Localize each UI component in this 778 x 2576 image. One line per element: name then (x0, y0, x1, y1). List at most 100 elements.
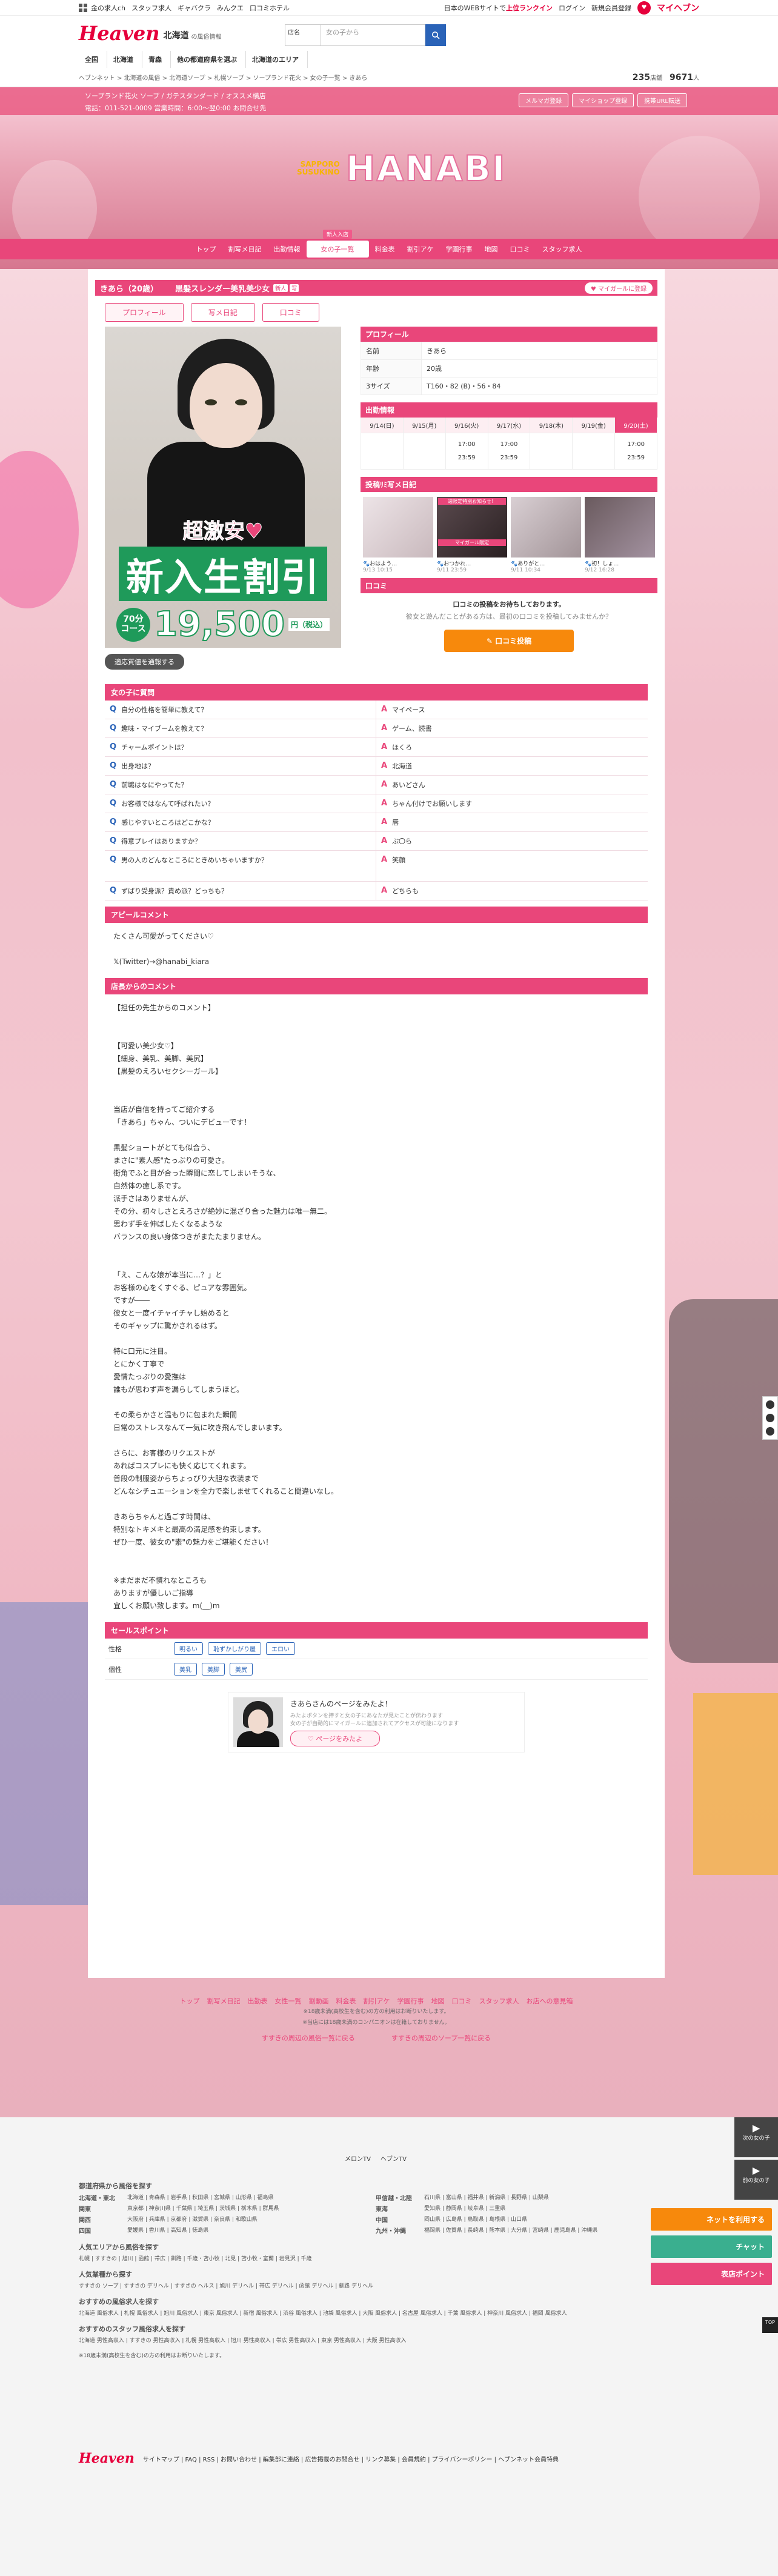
add-mygirl-button[interactable]: ♥ マイガールに登録 (584, 282, 653, 294)
util-link-4[interactable]: みんクエ (217, 3, 244, 13)
new-badge: 新人 (273, 284, 288, 292)
shopnav-top[interactable]: トップ (190, 244, 222, 254)
footer-shop-link[interactable]: 出勤表 (248, 1997, 268, 2005)
mailmag-button[interactable]: メルマガ登録 (519, 93, 569, 107)
popular-areas[interactable]: 札幌 | すすきの | 旭川 | 函館 | 帯広 | 釧路 | 千歳・苫小牧 |… (79, 2254, 673, 2262)
trait-chip[interactable]: 美脚 (202, 1663, 225, 1676)
tab-reviews[interactable]: 口コミ (262, 303, 319, 322)
region-links[interactable]: 福岡県 | 佐賀県 | 長崎県 | 熊本県 | 大分県 | 宮崎県 | 鹿児島県… (424, 2226, 673, 2235)
report-photo-button[interactable]: 適応質値を通報する (105, 654, 184, 670)
share-icon[interactable] (766, 1400, 774, 1409)
util-link-3[interactable]: ギャバクラ (178, 3, 211, 13)
schedule-time (530, 433, 573, 470)
heaven-tv-link[interactable]: ヘブンTV (381, 2154, 407, 2163)
footer-shop-link[interactable]: 割写メ日記 (207, 1997, 241, 2005)
footer-shop-link[interactable]: 割動画 (309, 1997, 329, 2005)
trait-chip[interactable]: 美尻 (230, 1663, 253, 1676)
myheaven-icon[interactable]: ♥ (637, 1, 651, 15)
footer-logo[interactable]: Heaven (79, 2451, 135, 2466)
trait-chip[interactable]: エロい (266, 1642, 295, 1655)
nav-aomori[interactable]: 青森 (142, 51, 171, 68)
prev-girl-button[interactable]: 前の女の子 (734, 2160, 778, 2200)
content-background: きあら（20歳） 黒髪スレンダー美乳美少女 新人写 ♥ マイガールに登録 プロフ… (0, 269, 778, 2117)
login-link[interactable]: ログイン (559, 3, 585, 13)
register-link[interactable]: 新規会員登録 (591, 3, 631, 13)
footer-links[interactable]: サイトマップ | FAQ | RSS | お問い合わせ | 編集部に連絡 | 広… (143, 2454, 559, 2463)
nav-hokkaido[interactable]: 北海道 (107, 51, 142, 68)
girl-photo[interactable]: 超激安♥ 新入生割引 70分 コース 19,500 円（税込） (105, 327, 341, 648)
footer-shop-link[interactable]: 口コミ (452, 1997, 472, 2005)
new-girl-tag: 新人入店 (322, 230, 353, 239)
apps-grid-icon[interactable] (79, 3, 87, 12)
next-girl-button[interactable]: 次の女の子 (734, 2117, 778, 2157)
post-review-button[interactable]: ✎ 口コミ投稿 (444, 630, 574, 652)
scroll-top-button[interactable]: TOP (762, 2317, 778, 2333)
footer-shop-link[interactable]: トップ (180, 1997, 200, 2005)
mobile-url-button[interactable]: 携帯URL転送 (637, 93, 687, 107)
footer-shop-link[interactable]: 学園行事 (397, 1997, 424, 2005)
search-button[interactable] (425, 24, 446, 46)
schedule-grid: 9/14(日) 9/15(月) 9/16(火) 9/17(水) 9/18(木) 9/19(… (361, 418, 657, 470)
trait-chip[interactable]: 恥ずかしがり屋 (208, 1642, 261, 1655)
trait-chip[interactable]: 美乳 (174, 1663, 197, 1676)
region-links[interactable]: 愛知県 | 静岡県 | 岐阜県 | 三重県 (424, 2204, 673, 2213)
util-link-2[interactable]: スタッフ求人 (131, 3, 171, 13)
diary-item[interactable]: 週限定特別お知らせ！ マイガール限定 🐾おつかれ… 9/11 23:59 (437, 497, 507, 573)
nav-areas[interactable]: 北海道のエリア (246, 51, 308, 68)
schedule-day: 9/16(火) (445, 418, 488, 433)
trait-chip[interactable]: 明るい (174, 1642, 203, 1655)
footer-shop-link[interactable]: 地図 (431, 1997, 445, 2005)
util-link-1[interactable]: 金の求人ch (91, 3, 125, 13)
recommended-jobs[interactable]: 北海道 風俗求人 | 札幌 風俗求人 | 旭川 風俗求人 | 東京 風俗求人 |… (79, 2309, 673, 2317)
shopnav-girls[interactable]: 新人入店 女の子一覧 (306, 230, 369, 258)
shopnav-map[interactable]: 地図 (479, 244, 504, 254)
myheaven-link[interactable]: マイヘブン (657, 2, 699, 14)
shop-logo[interactable]: SAPPORO SUSUKINO HANABI (297, 147, 506, 190)
footer-shop-link[interactable]: 女性一覧 (275, 1997, 302, 2005)
nav-other-prefs[interactable]: 他の都道府県を選ぶ (171, 51, 246, 68)
mita-button[interactable]: ♡ ページをみたよ (290, 1730, 381, 1746)
back-to-area-link[interactable]: すすきの周辺の風俗一覧に戻る (262, 2033, 355, 2043)
region-links[interactable]: 石川県 | 富山県 | 福井県 | 新潟県 | 長野県 | 山梨県 (424, 2193, 673, 2202)
selling-points: 性格 明るい 恥ずかしがり屋 エロい 個性 美乳 美脚 美尻 (105, 1639, 648, 1680)
region-links[interactable]: 北海道 | 青森県 | 岩手県 | 秋田県 | 宮城県 | 山形県 | 福島県 (127, 2193, 376, 2202)
popular-genres[interactable]: すすきの ソープ | すすきの デリヘル | すすきの ヘルス | 旭川 デリヘ… (79, 2281, 673, 2289)
tab-diary[interactable]: 写メ日記 (190, 303, 255, 322)
clock-icon[interactable] (766, 1427, 774, 1436)
footer-shop-link[interactable]: スタッフ求人 (479, 1997, 519, 2005)
region-links[interactable]: 大阪府 | 兵庫県 | 京都府 | 滋賀県 | 奈良県 | 和歌山県 (127, 2215, 376, 2224)
shopnav-schedule[interactable]: 出勤情報 (268, 244, 307, 254)
breadcrumb[interactable]: ヘブンネット > 北海道の風俗 > 北海道ソープ > 札幌ソープ > ソープラン… (79, 73, 367, 82)
footer-shop-link[interactable]: お店への意見箱 (527, 1997, 573, 2005)
shopnav-staff-jobs[interactable]: スタッフ求人 (536, 244, 588, 254)
diary-item[interactable]: 🐾おはよう… 9/13 10:15 (363, 497, 433, 573)
footer-shop-link[interactable]: 料金表 (336, 1997, 356, 2005)
back-to-soap-link[interactable]: すすきの周辺のソープ一覧に戻る (391, 2033, 491, 2043)
region-links[interactable]: 愛媛県 | 香川県 | 高知県 | 徳島県 (127, 2226, 376, 2235)
profile-row: 3サイズ T160・82 (B)・56・84 (361, 377, 657, 395)
schedule-time: 17:00 23:59 (488, 433, 531, 470)
shopnav-events[interactable]: 学園行事 (440, 244, 479, 254)
melon-tv-link[interactable]: メロンTV (345, 2154, 371, 2163)
background-decoration (669, 1299, 778, 1663)
site-logo[interactable]: Heaven 北海道 の風俗情報 (79, 22, 222, 45)
search-input[interactable]: 女の子から (321, 24, 425, 46)
shopnav-reviews[interactable]: 口コミ (504, 244, 536, 254)
nav-national[interactable]: 全国 (79, 51, 107, 68)
tab-profile[interactable]: プロフィール (105, 303, 184, 322)
util-link-5[interactable]: 口コミホテル (250, 3, 290, 13)
region-links[interactable]: 東京都 | 神奈川県 | 千葉県 | 埼玉県 | 茨城県 | 栃木県 | 群馬県 (127, 2204, 376, 2213)
history-icon[interactable] (766, 1414, 774, 1422)
shopnav-discount[interactable]: 割引アケ (401, 244, 440, 254)
shopnav-price[interactable]: 料金表 (369, 244, 401, 254)
search-category[interactable]: 店名 (285, 24, 321, 46)
shopnav-diary[interactable]: 割写メ日記 (222, 244, 268, 254)
recommended-staff-jobs[interactable]: 北海道 男性高収入 | すすきの 男性高収入 | 札幌 男性高収入 | 旭川 男… (79, 2336, 673, 2344)
myshop-button[interactable]: マイショップ登録 (572, 93, 634, 107)
girl-pager: 次の女の子 前の女の子 (734, 2117, 778, 2202)
diary-item[interactable]: 🐾初！しょ… 9/12 16:28 (585, 497, 655, 573)
schedule-day: 9/17(水) (488, 418, 531, 433)
footer-shop-link[interactable]: 割引アケ (364, 1997, 390, 2005)
region-links[interactable]: 岡山県 | 広島県 | 鳥取県 | 島根県 | 山口県 (424, 2215, 673, 2224)
diary-item[interactable]: 🐾ありがと… 9/11 10:34 (511, 497, 581, 573)
